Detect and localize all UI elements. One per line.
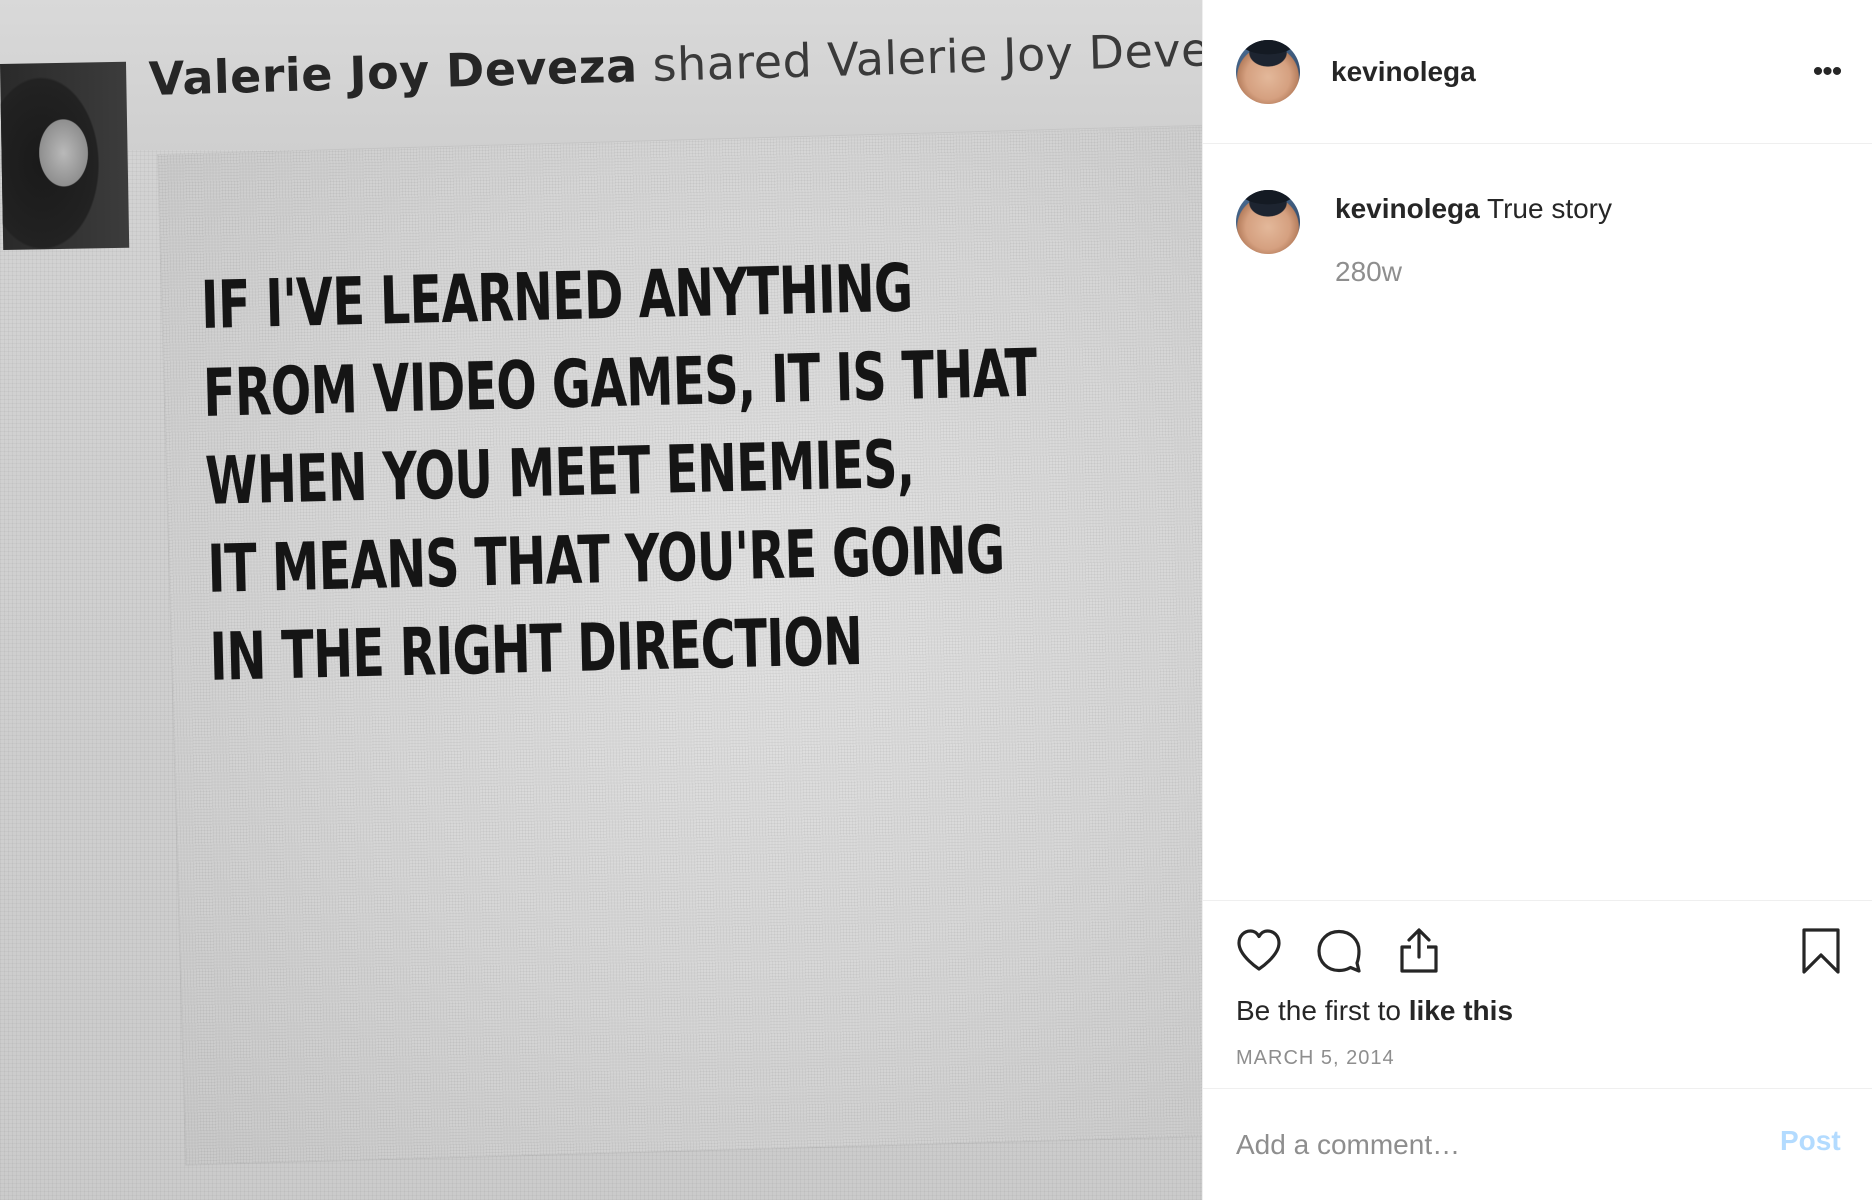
more-options-icon[interactable]: ••• <box>1807 52 1847 92</box>
likes-prefix: Be the first to <box>1236 995 1409 1026</box>
post-button[interactable]: Post <box>1780 1125 1841 1157</box>
post-photo[interactable]: Valerie Joy Deveza shared Valerie Joy De… <box>0 0 1202 1200</box>
comment-icon[interactable] <box>1313 925 1365 977</box>
like-this-link[interactable]: like this <box>1409 995 1513 1026</box>
comment-composer: Post <box>1203 1088 1872 1201</box>
caption-username[interactable]: kevinolega <box>1335 193 1480 224</box>
quote-line: IT MEANS THAT YOU'RE GOING <box>206 511 1006 608</box>
author-username[interactable]: kevinolega <box>1331 56 1476 88</box>
quote-line: IF I'VE LEARNED ANYTHING <box>200 249 914 344</box>
quote-line: WHEN YOU MEET ENEMIES, <box>204 425 916 520</box>
share-icon[interactable] <box>1393 925 1445 977</box>
author-avatar[interactable] <box>1236 40 1300 104</box>
caption-age[interactable]: 280w <box>1335 256 1402 288</box>
photo-profile-thumbnail <box>0 61 130 250</box>
post-sidebar: kevinolega ••• kevinolega True story 280… <box>1202 0 1872 1200</box>
heart-icon[interactable] <box>1233 925 1285 977</box>
caption-body: True story <box>1487 193 1613 224</box>
quote-line: FROM VIDEO GAMES, IT IS THAT <box>202 334 1038 432</box>
comment-input[interactable] <box>1236 1125 1736 1165</box>
post-header: kevinolega ••• <box>1203 0 1872 144</box>
likes-summary: Be the first to like this <box>1236 995 1513 1027</box>
caption-text: kevinolega True story <box>1335 193 1612 225</box>
post-date[interactable]: MARCH 5, 2014 <box>1236 1047 1395 1070</box>
quote-line: IN THE RIGHT DIRECTION <box>208 602 864 696</box>
post-actions: Be the first to like this MARCH 5, 2014 <box>1203 900 1872 1091</box>
bookmark-icon[interactable] <box>1795 925 1847 977</box>
caption-avatar[interactable] <box>1236 190 1300 254</box>
photo-quote: IF I'VE LEARNED ANYTHING FROM VIDEO GAME… <box>200 248 1038 702</box>
